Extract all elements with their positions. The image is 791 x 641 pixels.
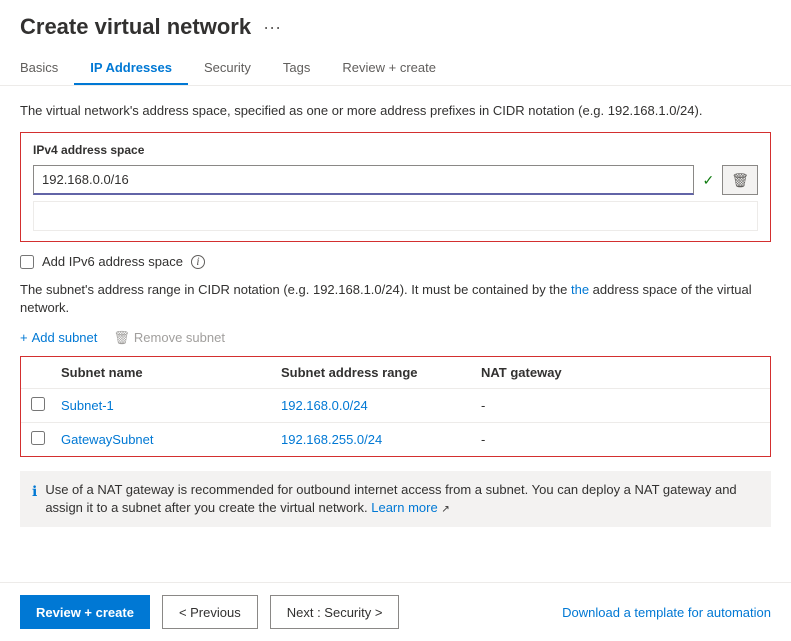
table-row: Subnet-1 192.168.0.0/24 - <box>21 389 770 423</box>
row1-checkbox-col <box>31 397 61 414</box>
subnet2-address: 192.168.255.0/24 <box>281 432 481 447</box>
remove-subnet-label: Remove subnet <box>134 330 225 345</box>
page-title: Create virtual network <box>20 14 251 40</box>
subnet1-nat: - <box>481 398 760 413</box>
header-checkbox-col <box>31 365 61 380</box>
subnet1-name-link[interactable]: Subnet-1 <box>61 398 114 413</box>
tab-basics[interactable]: Basics <box>20 52 74 85</box>
ipv6-checkbox[interactable] <box>20 255 34 269</box>
page-container: Create virtual network ··· Basics IP Add… <box>0 0 791 641</box>
subnet2-checkbox[interactable] <box>31 431 45 445</box>
add-subnet-label: Add subnet <box>32 330 98 345</box>
info-banner: ℹ Use of a NAT gateway is recommended fo… <box>20 471 771 527</box>
subnet1-name[interactable]: Subnet-1 <box>61 398 281 413</box>
next-button[interactable]: Next : Security > <box>270 595 400 629</box>
tab-review-create[interactable]: Review + create <box>326 52 452 85</box>
remove-subnet-icon: 🗑 <box>113 330 130 346</box>
subnet1-address: 192.168.0.0/24 <box>281 398 481 413</box>
ipv6-info-icon: i <box>191 255 205 269</box>
learn-more-link[interactable]: Learn more <box>371 500 437 515</box>
header-subnet-name: Subnet name <box>61 365 281 380</box>
ellipsis-button[interactable]: ··· <box>259 15 285 40</box>
delete-address-button[interactable]: 🗑 <box>722 165 758 195</box>
ipv6-label: Add IPv6 address space <box>42 254 183 269</box>
address-space-description: The virtual network's address space, spe… <box>20 102 771 120</box>
remove-subnet-button[interactable]: 🗑 Remove subnet <box>113 330 225 346</box>
footer: Review + create < Previous Next : Securi… <box>0 582 791 641</box>
subnet2-name[interactable]: GatewaySubnet <box>61 432 281 447</box>
ipv4-address-input[interactable] <box>33 165 694 195</box>
add-subnet-button[interactable]: + Add subnet <box>20 330 97 345</box>
header-subnet-address: Subnet address range <box>281 365 481 380</box>
subnet-actions: + Add subnet 🗑 Remove subnet <box>20 330 771 346</box>
tab-ip-addresses[interactable]: IP Addresses <box>74 52 188 85</box>
subnet1-checkbox[interactable] <box>31 397 45 411</box>
empty-address-row <box>33 201 758 231</box>
ipv4-input-row: ✓ 🗑 <box>33 165 758 195</box>
subnet-description: The subnet's address range in CIDR notat… <box>20 281 771 317</box>
subnet-table-header: Subnet name Subnet address range NAT gat… <box>21 357 770 389</box>
ipv4-section-label: IPv4 address space <box>33 143 758 157</box>
table-row: GatewaySubnet 192.168.255.0/24 - <box>21 423 770 456</box>
external-link-icon: ↗ <box>441 504 449 515</box>
subnet2-nat: - <box>481 432 760 447</box>
main-content: The virtual network's address space, spe… <box>0 86 791 582</box>
review-create-button[interactable]: Review + create <box>20 595 150 629</box>
ipv6-row: Add IPv6 address space i <box>20 254 771 269</box>
tabs-bar: Basics IP Addresses Security Tags Review… <box>20 52 771 85</box>
download-template-button[interactable]: Download a template for automation <box>562 605 771 620</box>
header-nat-gateway: NAT gateway <box>481 365 760 380</box>
check-icon: ✓ <box>698 172 718 189</box>
header: Create virtual network ··· Basics IP Add… <box>0 0 791 86</box>
info-banner-text: Use of a NAT gateway is recommended for … <box>45 481 759 517</box>
subnet-table: Subnet name Subnet address range NAT gat… <box>20 356 771 457</box>
title-row: Create virtual network ··· <box>20 14 771 40</box>
tab-tags[interactable]: Tags <box>267 52 326 85</box>
subnet2-name-link[interactable]: GatewaySubnet <box>61 432 154 447</box>
plus-icon: + <box>20 330 28 345</box>
ipv4-section: IPv4 address space ✓ 🗑 <box>20 132 771 242</box>
row2-checkbox-col <box>31 431 61 448</box>
info-circle-icon: ℹ <box>32 482 37 502</box>
previous-button[interactable]: < Previous <box>162 595 258 629</box>
tab-security[interactable]: Security <box>188 52 267 85</box>
